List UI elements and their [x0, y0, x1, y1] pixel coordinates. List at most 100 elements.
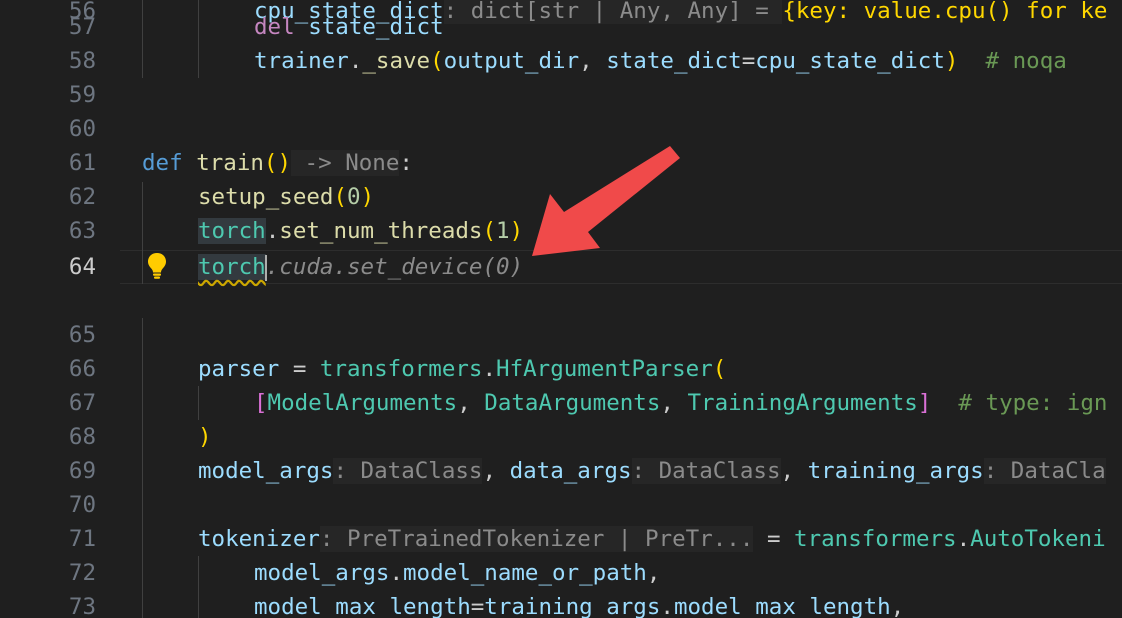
- code-editor[interactable]: 56 cpu_state_dict: dict[str | Any, Any] …: [0, 0, 1122, 618]
- code-line-66[interactable]: 66 parser = transformers.HfArgumentParse…: [0, 352, 1122, 386]
- code-token: cpu_state_dict: [755, 48, 945, 74]
- line-number: 63: [68, 218, 96, 244]
- code-line-72[interactable]: 72 model_args.model_name_or_path,: [0, 556, 1122, 590]
- code-line-58[interactable]: 58 trainer._save(output_dir, state_dict=…: [0, 44, 1122, 78]
- code-token-highlighted: torch: [198, 218, 266, 244]
- inlay-type-hint: : DataCla: [983, 458, 1106, 484]
- code-token: (: [482, 218, 497, 244]
- code-token: set_num_threads: [279, 218, 483, 244]
- code-token: _save: [362, 48, 431, 74]
- code-token: (: [333, 184, 348, 210]
- code-token: model_name_or_path: [403, 560, 647, 586]
- line-number: 71: [68, 526, 96, 552]
- code-token: output_dir: [443, 48, 580, 74]
- line-number: 65: [68, 322, 96, 348]
- code-token: ,: [890, 594, 905, 618]
- code-token: model_max_length: [254, 594, 471, 618]
- code-token: model_args: [254, 560, 390, 586]
- code-token-with-warning: torch: [198, 254, 266, 280]
- code-token: def: [142, 150, 183, 176]
- code-token: training_args: [484, 594, 661, 618]
- code-token: setup_seed: [198, 184, 334, 210]
- line-number: 73: [68, 594, 96, 618]
- code-token: ): [360, 184, 375, 210]
- code-token: ModelArguments: [267, 390, 458, 416]
- line-number: 61: [68, 150, 96, 176]
- code-token: ): [198, 424, 212, 450]
- lightbulb-icon[interactable]: [146, 251, 168, 281]
- code-line-69[interactable]: 69 model_args: DataClass, data_args: Dat…: [0, 454, 1122, 488]
- code-line-65[interactable]: 65: [0, 318, 1122, 352]
- code-token: model_args: [198, 458, 334, 484]
- line-number: 58: [68, 48, 96, 74]
- line-number-active: 64: [68, 254, 96, 280]
- red-arrow-annotation: [532, 146, 680, 256]
- code-token: =: [741, 48, 756, 74]
- code-token: tokenizer: [198, 526, 320, 552]
- line-number: 59: [68, 82, 96, 108]
- code-token: ,: [646, 560, 661, 586]
- code-token: DataArguments: [484, 390, 661, 416]
- code-line-blank-wrap[interactable]: [0, 284, 1122, 318]
- line-number: 72: [68, 560, 96, 586]
- code-token: .: [265, 218, 280, 244]
- line-number: 62: [68, 184, 96, 210]
- code-line-71[interactable]: 71 tokenizer: PreTrainedTokenizer | PreT…: [0, 522, 1122, 556]
- code-token: ,: [780, 458, 808, 484]
- code-token: ,: [482, 458, 510, 484]
- code-token: parser: [198, 356, 280, 382]
- code-line-57[interactable]: 57 del state_dict: [0, 10, 1122, 44]
- code-token: transformers: [319, 356, 483, 382]
- code-token: 1: [496, 218, 510, 244]
- code-token: .: [348, 48, 363, 74]
- code-token: model_max_length: [673, 594, 891, 618]
- code-token: ]: [917, 390, 932, 416]
- code-token: train: [196, 150, 264, 176]
- code-token: AutoTokeni: [970, 526, 1106, 552]
- code-token: =: [279, 356, 320, 382]
- code-token: =: [753, 526, 795, 552]
- line-number: 66: [68, 356, 96, 382]
- code-token: training_args: [807, 458, 984, 484]
- code-token: .: [956, 526, 971, 552]
- code-token: (: [430, 48, 444, 74]
- code-token: state_dict: [606, 48, 742, 74]
- code-line-59[interactable]: 59: [0, 78, 1122, 112]
- line-number: 70: [68, 492, 96, 518]
- code-token: [: [254, 390, 268, 416]
- code-token: data_args: [509, 458, 632, 484]
- line-number: 69: [68, 458, 96, 484]
- code-token: del: [254, 14, 295, 40]
- code-token: ,: [660, 390, 688, 416]
- code-line-70[interactable]: 70: [0, 488, 1122, 522]
- code-token: .: [389, 560, 404, 586]
- code-token: 0: [347, 184, 361, 210]
- inlay-type-hint: -> None: [291, 150, 400, 176]
- line-number: 68: [68, 424, 96, 450]
- code-token: ,: [579, 48, 607, 74]
- code-token: HfArgumentParser: [496, 356, 713, 382]
- code-comment: # type: ign: [931, 390, 1108, 416]
- code-token: ,: [457, 390, 485, 416]
- code-line-67[interactable]: 67 [ModelArguments, DataArguments, Train…: [0, 386, 1122, 420]
- code-token: =: [470, 594, 485, 618]
- code-token: .: [482, 356, 497, 382]
- code-token: state_dict: [308, 14, 444, 40]
- line-number: 57: [68, 14, 96, 40]
- code-line-68[interactable]: 68 ): [0, 420, 1122, 454]
- code-token: :: [399, 150, 413, 176]
- code-line-73[interactable]: 73 model_max_length=training_args.model_…: [0, 590, 1122, 618]
- code-comment: # noqa: [958, 48, 1067, 74]
- code-token: TrainingArguments: [687, 390, 918, 416]
- code-token: trainer: [254, 48, 349, 74]
- inline-suggestion[interactable]: .cuda.set_device(0): [266, 254, 523, 280]
- line-number: 67: [68, 390, 96, 416]
- inlay-type-hint: : PreTrainedTokenizer | PreTr...: [319, 526, 754, 552]
- inlay-type-hint: : DataClass: [333, 458, 483, 484]
- code-token: (): [263, 150, 292, 176]
- code-token: transformers: [794, 526, 957, 552]
- code-token: (: [712, 356, 727, 382]
- code-token: ): [944, 48, 959, 74]
- inlay-type-hint: : DataClass: [631, 458, 781, 484]
- code-token: .: [660, 594, 674, 618]
